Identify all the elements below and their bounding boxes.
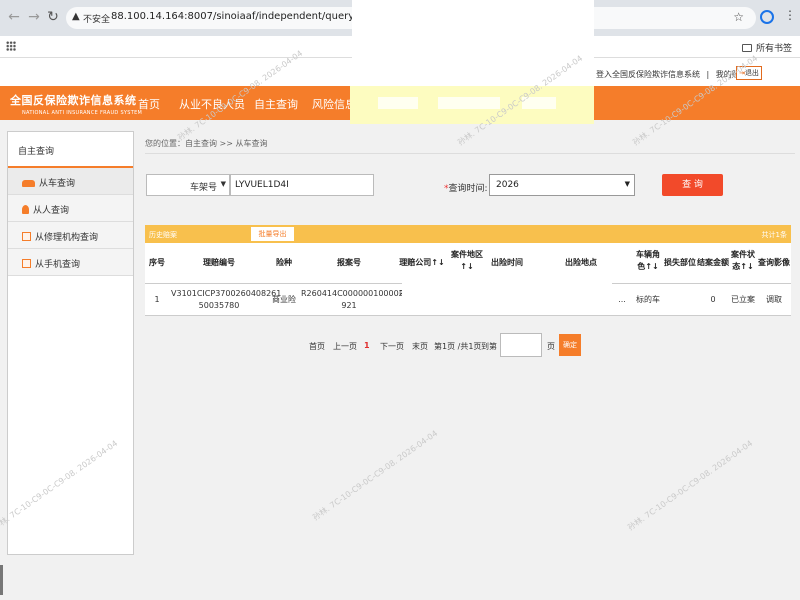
redaction — [402, 273, 612, 313]
results-header-bar: 历史赔案 批量导出 共计1条 — [145, 225, 791, 243]
reload-icon[interactable]: ↻ — [44, 9, 62, 25]
table-cell: 商业险 — [272, 295, 296, 304]
column-header: 结案金额 — [697, 258, 729, 267]
column-header: 险种 — [276, 258, 292, 267]
query-button[interactable]: 查 询 — [662, 174, 723, 196]
watermark: 孙林. 7C-10-C9-0C-C9-08. 2026-04-04 — [625, 438, 755, 533]
prev-page-link[interactable]: 上一页 — [333, 341, 357, 352]
nav-home[interactable]: 首页 — [138, 96, 160, 112]
sidebar: 自主查询 从车查询 从人查询 从修理机构查询 从手机查询 — [7, 131, 134, 555]
warning-icon[interactable]: ▲ — [72, 11, 80, 22]
year-value: 2026 — [496, 180, 519, 190]
table-cell: 0 — [710, 295, 716, 304]
apps-grid-icon[interactable] — [6, 41, 16, 51]
total-count: 共计1条 — [761, 231, 787, 239]
building-icon — [22, 232, 31, 241]
separator: | — [706, 70, 710, 79]
forward-arrow-icon[interactable]: → — [25, 9, 43, 25]
table-cell: V3101CICP3700260408261 50035780 — [171, 289, 282, 310]
goto-label: 到第 — [481, 342, 497, 351]
page-info: 第1页 /共1页 — [434, 342, 482, 351]
divider — [145, 315, 791, 316]
profile-icon[interactable] — [760, 10, 774, 24]
table-cell: R260414C00000010000299 921 — [301, 289, 414, 310]
table-cell: 1 — [154, 295, 160, 304]
person-icon — [22, 205, 29, 214]
logo-subtitle: NATIONAL ANTI INSURANCE FRAUD SYSTEM — [22, 110, 143, 116]
phone-icon — [22, 259, 31, 268]
view-image-link[interactable]: 调取 — [757, 284, 791, 316]
nav-bad-practitioners[interactable]: 从业不良人员 — [179, 96, 245, 112]
column-header: 理赔编号 — [203, 258, 235, 267]
insecure-label[interactable]: 不安全 — [83, 12, 110, 25]
table-cell — [663, 284, 697, 316]
column-header: 报案号 — [337, 258, 361, 267]
redaction — [438, 97, 500, 109]
chevron-down-icon: ▼ — [624, 180, 630, 188]
redaction — [522, 97, 556, 109]
all-bookmarks-label: 所有书签 — [755, 44, 792, 54]
scroll-indicator — [0, 565, 3, 595]
logout-label: 退出 — [744, 69, 759, 77]
redaction — [288, 176, 320, 194]
table-cell: 已立案 — [731, 295, 755, 304]
sidebar-item-label: 从车查询 — [39, 179, 76, 189]
current-page: 1 — [364, 341, 370, 350]
sidebar-item-vehicle-query[interactable]: 从车查询 — [8, 168, 133, 195]
search-type-select[interactable]: 车架号 ▼ — [146, 174, 230, 196]
system-login-link[interactable]: 登入全国反保险欺诈信息系统 — [596, 70, 700, 79]
year-select[interactable]: 2026 ▼ — [489, 174, 635, 196]
redaction — [352, 0, 594, 58]
sidebar-item-label: 从手机查询 — [35, 260, 81, 270]
batch-export-button[interactable]: 批量导出 — [251, 227, 294, 241]
back-arrow-icon[interactable]: ← — [5, 9, 23, 25]
next-page-link[interactable]: 下一页 — [380, 341, 404, 352]
query-time-text: 查询时间: — [448, 184, 488, 194]
divider — [145, 153, 795, 154]
column-header-sortable[interactable]: 车辆角色↑↓ — [633, 243, 663, 283]
breadcrumb: 您的位置：自主查询 >> 从车查询 — [145, 139, 268, 148]
table-cell: 标的车 — [636, 295, 660, 304]
chevron-down-icon: ▼ — [220, 180, 226, 188]
all-bookmarks-button[interactable]: 所有书签 — [741, 41, 792, 54]
column-header: 序号 — [149, 258, 165, 267]
car-icon — [22, 180, 35, 187]
nav-self-query[interactable]: 自主查询 — [254, 96, 298, 112]
logo-title: 全国反保险欺诈信息系统 — [10, 94, 137, 107]
sidebar-item-label: 从修理机构查询 — [35, 233, 99, 243]
logout-button[interactable]: ⇥退出 — [736, 66, 762, 80]
redaction — [378, 97, 418, 109]
menu-kebab-icon[interactable]: ⋮ — [784, 8, 796, 22]
column-header: 查询影像 — [758, 258, 790, 267]
redaction — [352, 58, 594, 86]
table-cell: ... — [618, 295, 626, 304]
page-unit-label: 页 — [547, 342, 555, 351]
page-number-input[interactable] — [500, 333, 542, 357]
sidebar-title: 自主查询 — [8, 132, 133, 168]
column-header-sortable[interactable]: 案件状态↑↓ — [729, 243, 757, 283]
sidebar-item-repair-query[interactable]: 从修理机构查询 — [8, 222, 133, 249]
sidebar-item-label: 从人查询 — [33, 206, 70, 216]
sidebar-item-phone-query[interactable]: 从手机查询 — [8, 249, 133, 276]
top-links: 登入全国反保险欺诈信息系统 | 我的账号 — [596, 69, 752, 80]
search-type-value: 车架号 — [189, 183, 217, 193]
first-page-link[interactable]: 首页 — [309, 341, 325, 352]
bookmark-star-icon[interactable]: ☆ — [733, 10, 744, 24]
sidebar-item-person-query[interactable]: 从人查询 — [8, 195, 133, 222]
last-page-link[interactable]: 末页 — [412, 341, 428, 352]
query-time-label: *查询时间: — [444, 181, 488, 194]
history-claims-label: 历史赔案 — [149, 231, 177, 239]
column-header: 损失部位 — [664, 258, 696, 267]
folder-icon — [741, 44, 752, 52]
watermark: 孙林. 7C-10-C9-0C-C9-08. 2026-04-04 — [310, 428, 440, 523]
confirm-button[interactable]: 确定 — [559, 334, 581, 356]
site-logo: 全国反保险欺诈信息系统 NATIONAL ANTI INSURANCE FRAU… — [10, 92, 142, 116]
